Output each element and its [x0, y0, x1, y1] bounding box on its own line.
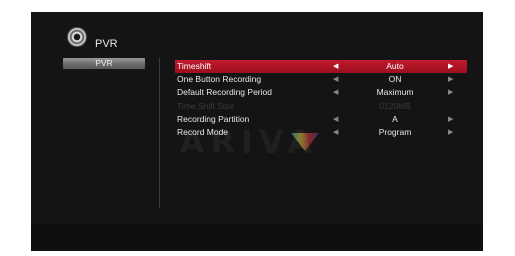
- row-value: Program: [378, 126, 412, 137]
- row-label: Record Mode: [177, 126, 229, 137]
- row-one-button-recording[interactable]: One Button Recording ◀ ON ▶: [175, 73, 467, 86]
- row-value: A: [392, 113, 398, 124]
- row-label: Default Recording Period: [177, 87, 272, 98]
- arrow-right-icon[interactable]: ▶: [448, 73, 453, 86]
- arrow-left-icon[interactable]: ◀: [333, 126, 338, 139]
- row-value: Maximum: [376, 87, 414, 98]
- pvr-settings-menu: Timeshift ◀ Auto ▶ One Button Recording …: [175, 60, 467, 139]
- arrow-right-icon[interactable]: ▶: [448, 113, 453, 126]
- arrow-left-icon[interactable]: ◀: [333, 86, 338, 99]
- row-recording-partition[interactable]: Recording Partition ◀ A ▶: [175, 113, 467, 126]
- row-default-recording-period[interactable]: Default Recording Period ◀ Maximum ▶: [175, 86, 467, 99]
- bottom-bar: [31, 224, 483, 251]
- row-record-mode[interactable]: Record Mode ◀ Program ▶: [175, 126, 467, 139]
- row-timeshift[interactable]: Timeshift ◀ Auto ▶: [175, 60, 467, 74]
- arrow-right-icon: ▶: [448, 100, 453, 113]
- row-time-shift-size: Time Shift Size ◀ 0120MB ▶: [175, 100, 467, 113]
- disc-icon: [67, 27, 87, 47]
- sidebar-item-pvr[interactable]: PVR: [63, 58, 145, 69]
- row-value: 0120MB: [379, 100, 411, 111]
- header: PVR: [31, 12, 483, 57]
- arrow-left-icon[interactable]: ◀: [333, 113, 338, 126]
- row-label: One Button Recording: [177, 74, 262, 85]
- arrow-left-icon: ◀: [333, 100, 338, 113]
- page-title: PVR: [95, 38, 118, 50]
- row-label: Recording Partition: [177, 113, 250, 124]
- arrow-right-icon[interactable]: ▶: [448, 126, 453, 139]
- arrow-left-icon[interactable]: ◀: [333, 73, 338, 86]
- arrow-right-icon[interactable]: ▶: [448, 60, 453, 73]
- arrow-left-icon[interactable]: ◀: [333, 60, 338, 73]
- arrow-right-icon[interactable]: ▶: [448, 86, 453, 99]
- tv-screen: PVR PVR ARIVA Timeshift ◀ Auto ▶ One But…: [31, 12, 483, 251]
- row-value: ON: [388, 74, 402, 85]
- row-label: Timeshift: [177, 61, 212, 71]
- row-value: Auto: [386, 61, 404, 71]
- row-label: Time Shift Size: [177, 100, 234, 111]
